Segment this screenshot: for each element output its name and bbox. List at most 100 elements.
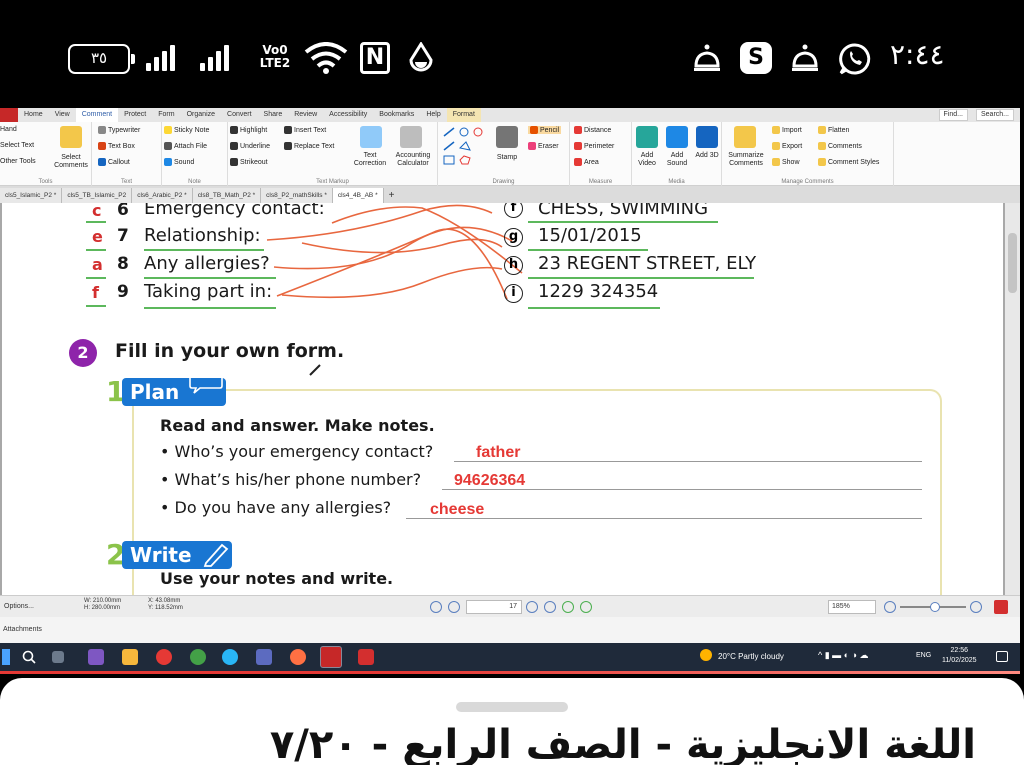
tab-home[interactable]: Home [18, 108, 49, 122]
wifi-icon [304, 42, 348, 74]
search-input[interactable]: Search... [975, 109, 1014, 121]
doc-tab-6-active[interactable]: cls4_4B_AB * [332, 188, 384, 203]
sound-media-icon[interactable] [666, 126, 688, 148]
zoom-select[interactable]: 185% [828, 600, 876, 614]
callout-button[interactable]: Callout [98, 158, 130, 166]
last-page-button[interactable] [544, 601, 556, 613]
import-button[interactable]: Import [772, 126, 802, 134]
doc-tab-3[interactable]: cls6_Arabic_P2 * [132, 188, 193, 203]
doc-tab-1[interactable]: cls5_Islamic_P2 * [0, 188, 63, 203]
tab-protect[interactable]: Protect [118, 108, 152, 122]
tab-share[interactable]: Share [258, 108, 289, 122]
page-number-input[interactable]: 17 [466, 600, 522, 614]
select-text-tool[interactable]: Select Text [0, 142, 34, 149]
notifications-icon[interactable] [996, 651, 1008, 662]
tab-form[interactable]: Form [152, 108, 180, 122]
show-button[interactable]: Show [772, 158, 800, 166]
text-correction-icon[interactable] [360, 126, 382, 148]
summarize-icon[interactable] [734, 126, 756, 148]
hand-tool[interactable]: Hand [0, 126, 17, 133]
select-comments-icon[interactable] [60, 126, 82, 148]
doc-tab-5[interactable]: cls8_P2_mathSkills * [261, 188, 333, 203]
zoom-slider-thumb[interactable] [930, 602, 940, 612]
answer-h-circle: h [504, 256, 523, 275]
zoom-out-button[interactable] [884, 601, 896, 613]
text-box-button[interactable]: Text Box [98, 142, 135, 150]
options-button[interactable]: Options... [4, 603, 34, 610]
bottom-sheet[interactable]: اللغة الانجليزية - الصف الرابع - ٧/٢٠ [0, 678, 1024, 765]
find-input[interactable]: Find... [938, 109, 968, 121]
flatten-button[interactable]: Flatten [818, 126, 849, 134]
cursor-icon [309, 364, 321, 376]
back-view-button[interactable] [562, 601, 574, 613]
new-tab-button[interactable]: + [384, 188, 400, 203]
shapes-icon[interactable] [442, 126, 486, 166]
chrome-icon[interactable] [156, 649, 172, 665]
pencil-button[interactable]: Pencil [528, 126, 562, 134]
highlight-button[interactable]: Highlight [230, 126, 267, 134]
tab-accessibility[interactable]: Accessibility [323, 108, 373, 122]
app-icon[interactable] [256, 649, 272, 665]
answer-1-field[interactable]: father [476, 444, 520, 462]
mosque-2-icon [792, 44, 818, 71]
strikeout-button[interactable]: Strikeout [230, 158, 268, 166]
pdf-editor-taskbar-icon[interactable] [320, 646, 342, 668]
tab-format[interactable]: Format [446, 108, 481, 122]
forward-view-button[interactable] [580, 601, 592, 613]
insert-text-button[interactable]: Insert Text [284, 126, 326, 134]
tab-convert[interactable]: Convert [221, 108, 258, 122]
sound-button[interactable]: Sound [164, 158, 194, 166]
video-icon[interactable] [636, 126, 658, 148]
view-mode-buttons[interactable] [756, 601, 816, 613]
tab-comment[interactable]: Comment [75, 107, 119, 123]
chrome-2-icon[interactable] [190, 649, 206, 665]
comments-button[interactable]: Comments [818, 142, 862, 150]
tab-bookmarks[interactable]: Bookmarks [373, 108, 420, 122]
tab-organize[interactable]: Organize [181, 108, 221, 122]
distance-button[interactable]: Distance [574, 126, 611, 134]
next-page-button[interactable] [526, 601, 538, 613]
system-tray-icons[interactable]: ^ ▮ ▬ ◐ ◑ ☁ [818, 650, 869, 661]
firefox-icon[interactable] [290, 649, 306, 665]
tab-help[interactable]: Help [420, 108, 446, 122]
attachments-panel[interactable]: Attachments [0, 617, 1020, 643]
perimeter-button[interactable]: Perimeter [574, 142, 614, 150]
edge-icon[interactable] [222, 649, 238, 665]
weather-text[interactable]: 20°C Partly cloudy [718, 652, 784, 661]
doc-tab-2[interactable]: cls5_TB_Islamic_P2 [62, 188, 133, 203]
pdf-app-icon [994, 600, 1008, 614]
other-tools-button[interactable]: Other Tools [0, 158, 36, 165]
file-explorer-icon[interactable] [122, 649, 138, 665]
task-view-icon[interactable] [52, 651, 64, 663]
area-button[interactable]: Area [574, 158, 599, 166]
underline-button[interactable]: Underline [230, 142, 270, 150]
answer-2-field[interactable]: 94626364 [454, 472, 525, 490]
sticky-note-button[interactable]: Sticky Note [164, 126, 209, 134]
prev-page-button[interactable] [448, 601, 460, 613]
pdf-reader-icon[interactable] [358, 649, 374, 665]
search-icon[interactable] [22, 650, 36, 664]
weather-icon[interactable] [700, 649, 712, 661]
taskbar-clock[interactable]: 22:56 11/02/2025 [942, 646, 977, 666]
first-page-button[interactable] [430, 601, 442, 613]
vertical-scrollbar[interactable] [1005, 203, 1020, 595]
tab-view[interactable]: View [49, 108, 76, 122]
language-indicator[interactable]: ENG [916, 652, 931, 659]
replace-text-button[interactable]: Replace Text [284, 142, 334, 150]
attach-file-button[interactable]: Attach File [164, 142, 207, 150]
tab-review[interactable]: Review [288, 108, 323, 122]
teams-icon[interactable] [88, 649, 104, 665]
doc-tab-4[interactable]: cls8_TB_Math_P2 * [192, 188, 262, 203]
export-button[interactable]: Export [772, 142, 802, 150]
sheet-drag-handle[interactable] [456, 702, 568, 712]
typewriter-button[interactable]: Typewriter [98, 126, 140, 134]
comment-styles-button[interactable]: Comment Styles [818, 158, 879, 166]
eraser-button[interactable]: Eraser [528, 142, 559, 150]
answer-3-field[interactable]: cheese [430, 501, 484, 519]
stamp-icon[interactable] [496, 126, 518, 148]
calculator-icon[interactable] [400, 126, 422, 148]
3d-icon[interactable] [696, 126, 718, 148]
start-icon[interactable] [2, 649, 10, 665]
file-menu-button[interactable] [0, 108, 18, 122]
zoom-in-button[interactable] [970, 601, 982, 613]
